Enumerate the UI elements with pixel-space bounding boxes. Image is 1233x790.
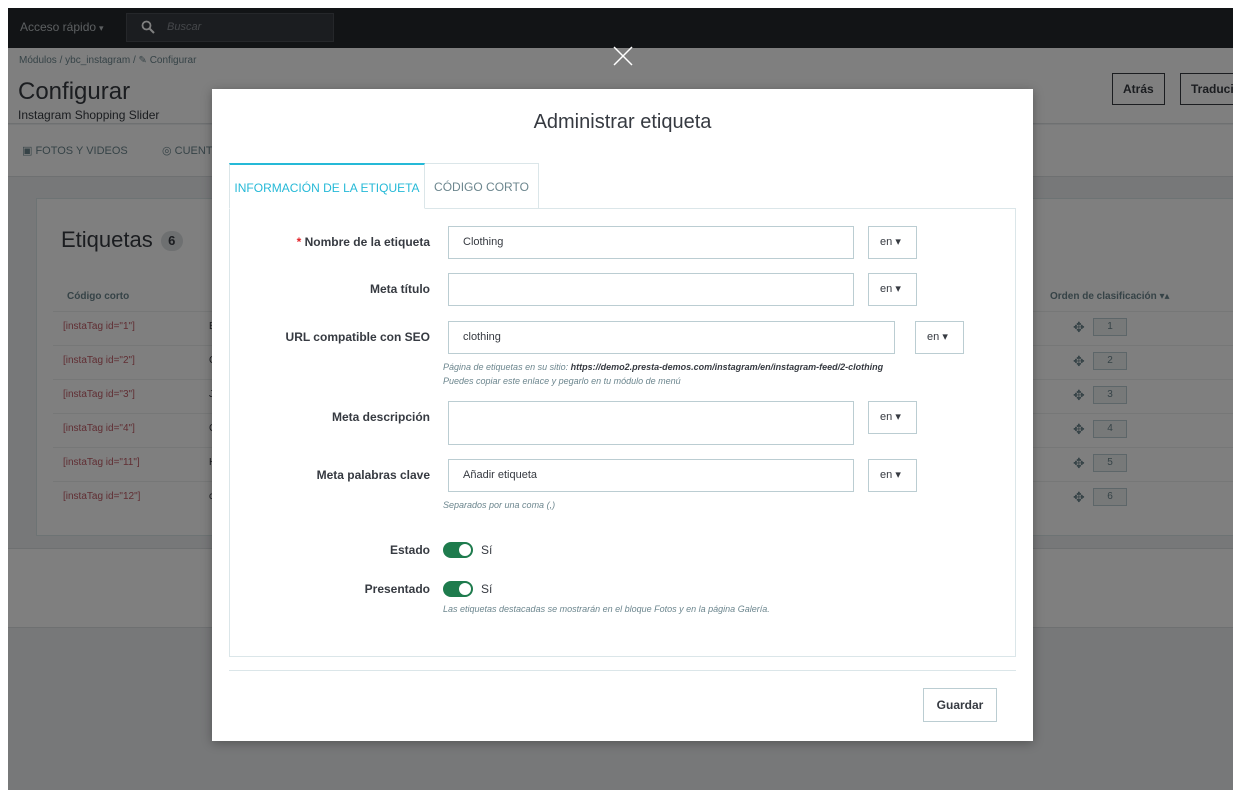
meta-description-label: Meta descripción [331,410,430,424]
caret-down-icon: ▾ [895,283,901,295]
featured-toggle[interactable] [443,581,473,597]
tab-shortcode[interactable]: Código corto [424,163,539,209]
status-value: Sí [481,543,493,557]
meta-description-input[interactable] [448,401,854,445]
close-icon[interactable] [611,44,635,68]
required-asterisk: * [296,235,305,249]
status-toggle[interactable] [443,542,473,558]
seo-url-input[interactable]: clothing [448,321,895,354]
meta-keywords-help: Separados por una coma (,) [443,500,556,510]
seo-url-help-2: Puedes copiar este enlace y pegarlo en t… [443,376,681,386]
language-value: en [880,411,893,423]
tag-form: * Nombre de la etiqueta Clothing en ▾ Me… [229,208,1016,657]
language-dropdown[interactable]: en ▾ [868,226,917,259]
featured-value: Sí [481,582,493,596]
seo-url-label: URL compatible con SEO [285,330,430,344]
caret-down-icon: ▾ [942,331,948,343]
language-value: en [880,283,893,295]
tag-name-label-text: Nombre de la etiqueta [304,235,430,249]
seo-url-help-prefix: Página de etiquetas en su sitio: [443,362,571,372]
featured-label: Presentado [364,582,430,596]
language-dropdown[interactable]: en ▾ [868,273,917,306]
language-dropdown[interactable]: en ▾ [868,459,917,492]
seo-url-help: Página de etiquetas en su sitio: https:/… [443,362,883,372]
language-value: en [880,236,893,248]
language-value: en [927,331,940,343]
meta-title-input[interactable] [448,273,854,306]
modal-footer-divider [229,670,1016,671]
tag-name-label: * Nombre de la etiqueta [230,235,430,249]
language-value: en [880,469,893,481]
meta-title-label: Meta título [370,282,430,296]
featured-help: Las etiquetas destacadas se mostrarán en… [443,604,770,614]
language-dropdown[interactable]: en ▾ [868,401,917,434]
save-button[interactable]: Guardar [923,688,997,722]
tag-name-input[interactable]: Clothing [448,226,854,259]
tag-page-link[interactable]: https://demo2.presta-demos.com/instagram… [571,362,884,372]
meta-keywords-label: Meta palabras clave [316,468,430,482]
caret-down-icon: ▾ [895,411,901,423]
manage-tag-modal: Administrar etiqueta Información de la e… [212,89,1033,741]
meta-keywords-input[interactable]: Añadir etiqueta [448,459,854,492]
caret-down-icon: ▾ [895,236,901,248]
status-label: Estado [389,543,430,557]
modal-title: Administrar etiqueta [533,111,712,133]
language-dropdown[interactable]: en ▾ [915,321,964,354]
caret-down-icon: ▾ [895,469,901,481]
tab-tag-info[interactable]: Información de la etiqueta [229,163,425,209]
